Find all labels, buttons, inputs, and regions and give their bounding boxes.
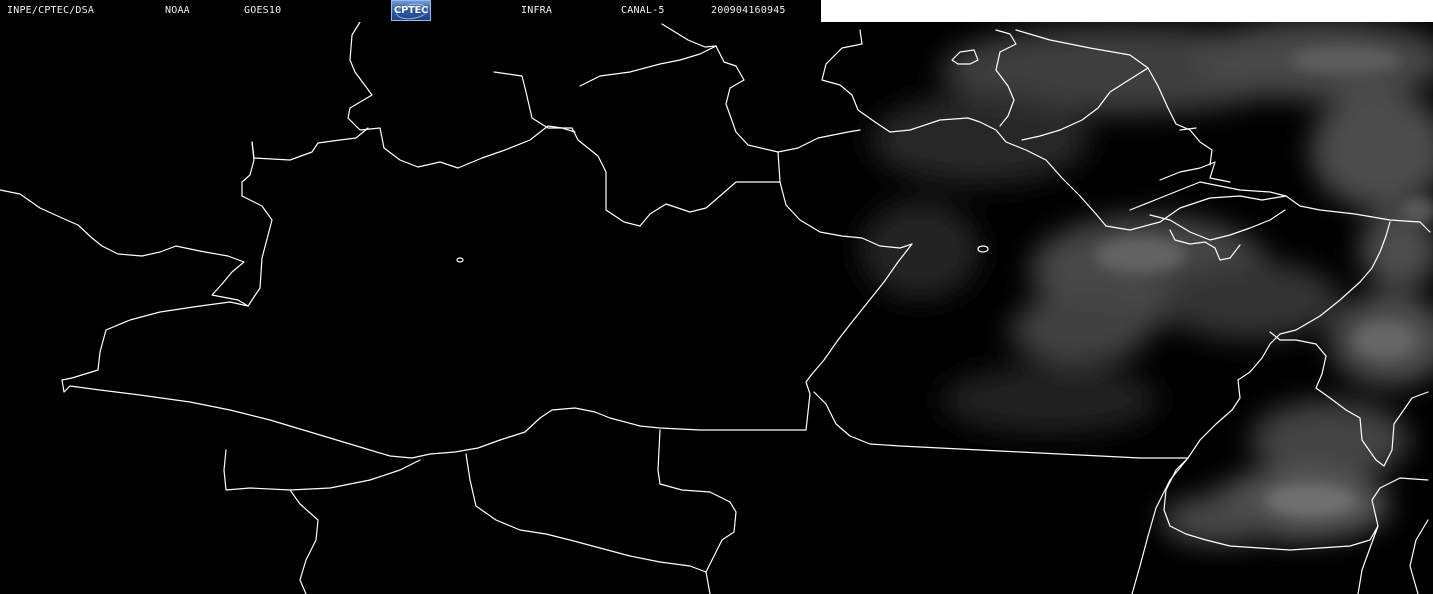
header-timestamp-label: 200904160945 <box>711 5 786 16</box>
logo-text: CPTEC <box>393 5 429 16</box>
header-product-label: INFRA <box>521 5 553 16</box>
satellite-map <box>0 0 1433 594</box>
header-channel-label: CANAL-5 <box>621 5 665 16</box>
header-source-label: INPE/CPTEC/DSA <box>7 5 95 16</box>
image-header-bar: INPE/CPTEC/DSA NOAA GOES10 CPTEC INFRA C… <box>0 0 821 22</box>
header-satellite-label: GOES10 <box>244 5 282 16</box>
cptec-logo: CPTEC <box>391 0 431 21</box>
header-agency-label: NOAA <box>165 5 190 16</box>
satellite-image-viewer: INPE/CPTEC/DSA NOAA GOES10 CPTEC INFRA C… <box>0 0 1433 594</box>
header-blank-area <box>821 0 1433 22</box>
